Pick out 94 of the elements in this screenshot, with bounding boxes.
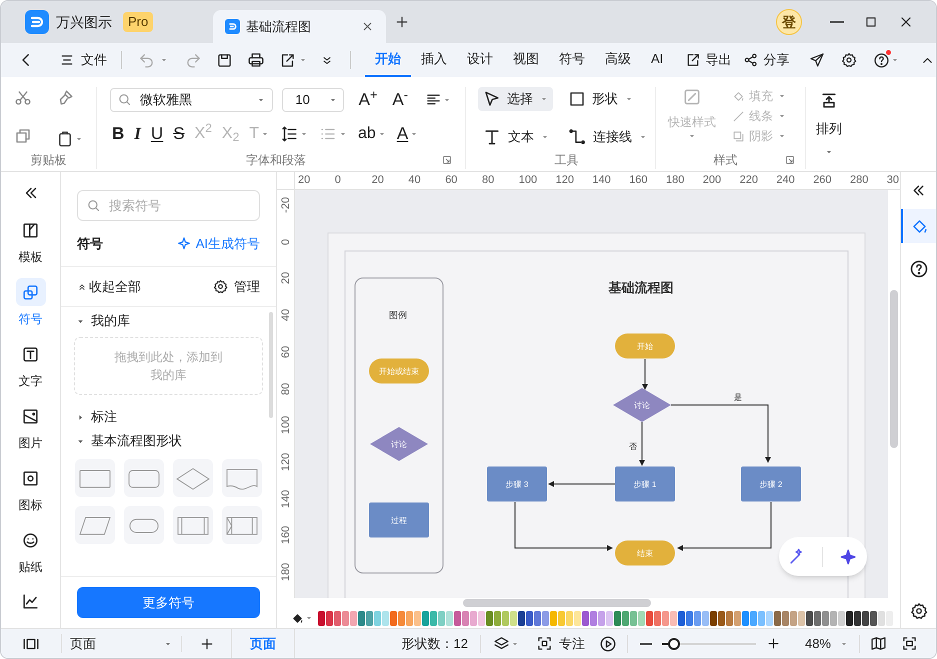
ruler-label: 0 <box>334 173 341 187</box>
ruler-label: 20 <box>372 173 384 187</box>
node-label: 步骤 2 <box>760 480 782 489</box>
ruler-label: 20 <box>279 271 293 287</box>
shape-count: 形状数：12 <box>402 634 468 653</box>
section-header[interactable]: 标注 <box>74 405 117 429</box>
collapse-all-button[interactable]: 收起全部 <box>77 276 141 296</box>
node-label: 过程 <box>391 516 407 525</box>
group-label: 工具 <box>554 152 580 169</box>
sidebar-item[interactable]: 贴纸 <box>16 526 46 576</box>
ruler-label: 60 <box>279 344 293 360</box>
document-title: 基础流程图 <box>246 18 312 36</box>
ruler-label: 180 <box>666 173 684 187</box>
file-menu[interactable]: 文件 <box>59 50 107 70</box>
font-size-field[interactable]: 10 <box>282 88 344 112</box>
section-header[interactable]: 我的库 <box>74 309 130 333</box>
select-tool[interactable]: 选择 <box>478 87 553 111</box>
ruler-label: 180 <box>279 562 293 584</box>
zoom-level[interactable]: 48% <box>804 634 831 654</box>
font-family-field[interactable]: 微软雅黑 <box>110 88 274 112</box>
ribbon-tab[interactable]: 设计 <box>457 43 503 77</box>
share-button[interactable]: 分享 <box>743 50 790 70</box>
ruler-label: 200 <box>702 173 722 187</box>
format-button[interactable]: B <box>112 121 124 146</box>
user-avatar[interactable]: 登 <box>776 9 802 35</box>
ribbon-tab[interactable]: 插入 <box>411 43 457 77</box>
drop-zone: 拖拽到此处，添加到我的库 <box>74 337 263 395</box>
format-button[interactable]: U <box>150 121 164 146</box>
ruler-label: 280 <box>850 173 868 187</box>
ruler-label: 160 <box>279 525 293 546</box>
ribbon-tab[interactable]: 符号 <box>549 43 595 77</box>
ribbon-tab[interactable]: 高级 <box>595 43 641 77</box>
ruler-label: 40 <box>408 173 421 187</box>
ruler-label: 80 <box>482 173 494 187</box>
ruler-label: 120 <box>556 173 574 187</box>
document-tab[interactable]: 基础流程图 <box>213 10 386 43</box>
legend-title: 图例 <box>389 310 407 320</box>
page-tab[interactable]: 页面 <box>231 628 295 658</box>
ruler-label: 120 <box>279 452 293 474</box>
ruler-label: 20 <box>298 173 310 187</box>
shrink-font-button[interactable]: A$^{-}$ <box>392 87 408 112</box>
node-label: 开始 <box>637 342 653 351</box>
ribbon-tab[interactable]: 视图 <box>503 43 549 77</box>
ruler-label: 240 <box>776 173 795 187</box>
ruler-label: 100 <box>518 173 538 187</box>
focus-button[interactable]: 专注 <box>536 634 585 654</box>
edge-label: 否 <box>629 442 637 451</box>
ruler-label: 80 <box>279 381 293 397</box>
group-label: 字体和段落 <box>245 152 307 169</box>
ruler-label: 160 <box>629 173 648 187</box>
app-name: 万兴图示 <box>56 12 112 32</box>
sidebar-item[interactable]: 图标 <box>16 464 46 514</box>
sidebar-item[interactable]: 文字 <box>16 340 46 390</box>
node-label: 步骤 1 <box>634 480 656 489</box>
connector-tool[interactable]: 连接线 <box>564 125 652 149</box>
ruler-label: 260 <box>813 173 832 187</box>
group-label: 剪贴板 <box>30 152 66 169</box>
pro-badge: Pro <box>123 12 154 32</box>
node-label: 步骤 3 <box>506 480 528 489</box>
group-label: 样式 <box>712 152 738 169</box>
format-button[interactable]: I <box>134 121 141 146</box>
ruler-label: 140 <box>592 173 611 187</box>
more-symbols-button[interactable]: 更多符号 <box>77 587 260 618</box>
manage-button[interactable]: 管理 <box>213 276 260 296</box>
shape-tool[interactable]: 形状 <box>564 87 638 111</box>
page-dropdown[interactable]: 页面 <box>61 634 181 654</box>
ruler-label: 220 <box>740 173 758 187</box>
ruler-label: -20 <box>279 196 293 215</box>
node-label: 结束 <box>637 549 653 558</box>
node-label: 开始或结束 <box>379 367 419 376</box>
node-label: 讨论 <box>391 440 407 449</box>
sidebar-item[interactable]: 模板 <box>16 216 46 266</box>
ruler-label: 60 <box>445 173 458 187</box>
ruler-label: 40 <box>279 308 293 324</box>
ribbon-tab[interactable]: AI <box>641 43 674 77</box>
search-field[interactable]: 搜索符号 <box>77 190 260 221</box>
arrange-button[interactable]: 排列 <box>806 85 852 171</box>
edge-label: 是 <box>734 393 742 402</box>
format-button[interactable]: S <box>173 121 185 146</box>
grow-font-button[interactable]: A$^{+}$ <box>358 87 378 112</box>
ruler-label: 0 <box>279 238 293 247</box>
format-button[interactable]: A <box>396 121 420 146</box>
ruler-label: 100 <box>279 415 293 436</box>
format-button[interactable]: ab <box>358 122 387 146</box>
panel-heading: 符号 <box>77 234 103 253</box>
export-button[interactable]: 导出 <box>685 50 732 70</box>
ruler-label: 30 <box>886 173 900 187</box>
diagram-title: 基础流程图 <box>608 280 674 295</box>
section-header[interactable]: 基本流程图形状 <box>74 429 182 453</box>
ai-generate-link[interactable]: AI生成符号 <box>176 234 260 254</box>
sidebar-item[interactable]: 图片 <box>16 402 46 452</box>
ruler-label: 140 <box>279 488 293 510</box>
node-label: 讨论 <box>634 401 650 410</box>
text-tool[interactable]: 文本 <box>478 125 554 149</box>
